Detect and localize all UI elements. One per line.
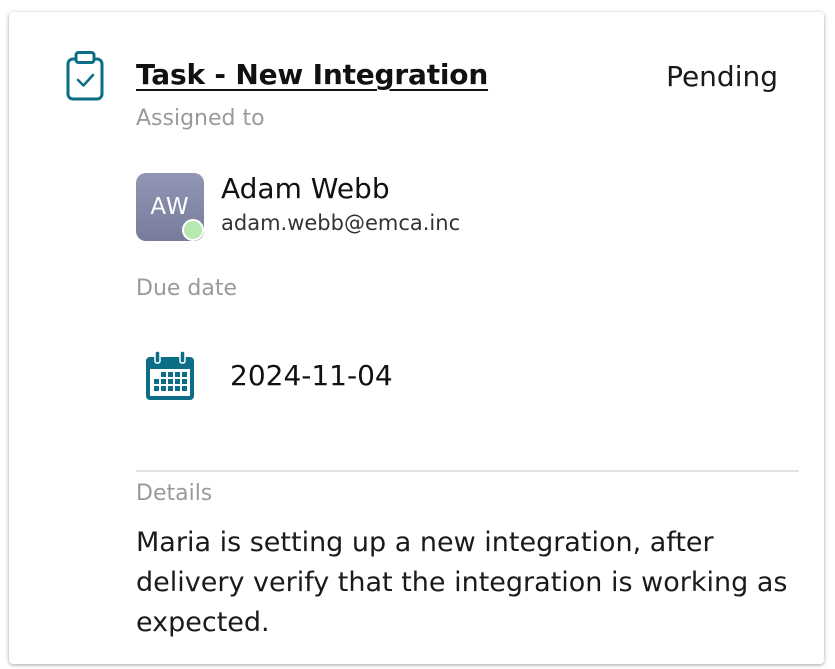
task-title-link[interactable]: Task - New Integration — [136, 58, 488, 91]
presence-indicator — [182, 219, 204, 241]
details-text: Maria is setting up a new integration, a… — [136, 527, 788, 638]
divider — [136, 470, 799, 472]
task-card: Task - New Integration Pending Assigned … — [9, 12, 824, 664]
assignee-email: adam.webb@emca.inc — [221, 211, 461, 235]
calendar-icon — [146, 350, 194, 400]
avatar-initials: AW — [150, 194, 190, 220]
due-date-value: 2024-11-04 — [230, 359, 393, 392]
clipboard-check-icon — [66, 51, 104, 101]
assigned-to-label: Assigned to — [136, 106, 265, 131]
status-label: Pending — [666, 60, 778, 93]
assignee-name: Adam Webb — [221, 172, 390, 205]
due-date-label: Due date — [136, 276, 238, 301]
details-label: Details — [136, 481, 213, 506]
